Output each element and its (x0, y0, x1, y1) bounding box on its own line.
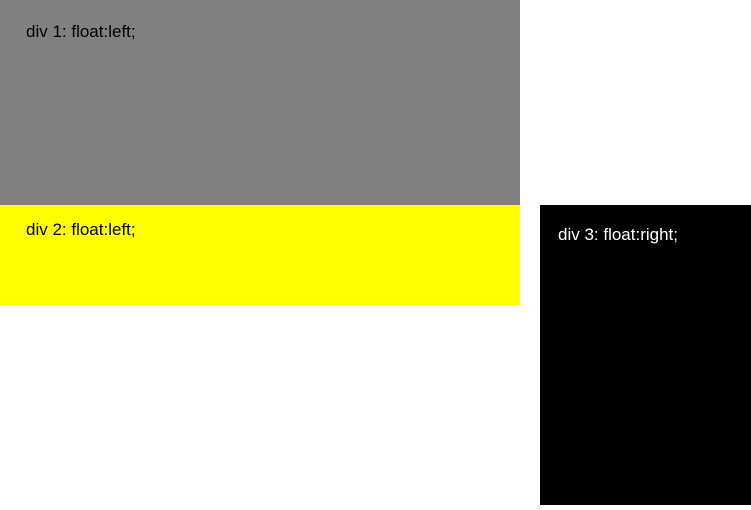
float-demo-box-1: div 1: float:left; (0, 0, 520, 205)
float-demo-box-2: div 2: float:left; (0, 205, 520, 305)
box-2-label: div 2: float:left; (26, 220, 136, 239)
box-3-label: div 3: float:right; (558, 225, 678, 244)
box-1-label: div 1: float:left; (26, 22, 136, 41)
float-demo-box-3: div 3: float:right; (540, 205, 751, 505)
